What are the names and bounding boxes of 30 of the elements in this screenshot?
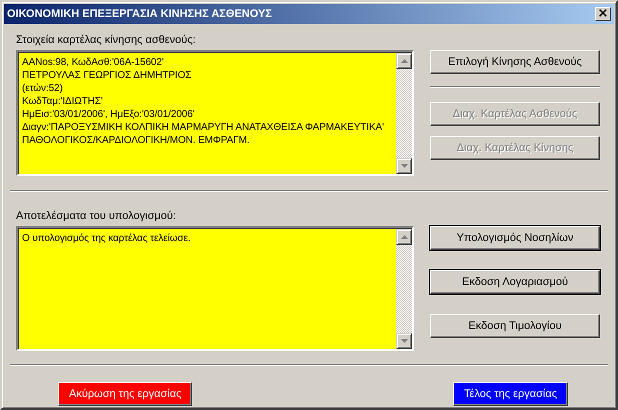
scroll-down-button[interactable] [396,333,412,349]
up-arrow-icon [400,235,408,239]
text-line: ΠΕΤΡΟΥΛΑΣ ΓΕΩΡΓΙΟΣ ΔΗΜΗΤΡΙΟΣ [22,69,192,82]
section-label: Στοιχεία καρτέλας κίνησης ασθενούς: [16,34,197,47]
up-arrow-icon [400,59,408,63]
text-line: Διαγν:'ΠΑΡΟΞΥΣΜΙΚΗ ΚΟΛΠΙΚΗ ΜΑΡΜΑΡΥΓΗ ΑΝΑΤΑΧΘΕΙΣΑ ΦΑΡΜΑΚΕΥΤΙΚΑ' [22,121,385,134]
down-arrow-icon [400,339,408,343]
text-line: Ο υπολογισμός της καρτέλας τελείωσε. [22,232,192,245]
text-line: ΚωδΤαμ:'ΙΔΙΩΤΗΣ' [22,95,104,108]
text-area[interactable] [16,50,414,176]
finish-button[interactable]: Τέλος της εργασίας [453,382,568,406]
text-line: ΠΑΘΟΛΟΓΙΚΟΣ/ΚΑΡΔΙΟΛΟΓΙΚΗ/ΜΟΝ. ΕΜΦΡΑΓΜ. [22,134,250,147]
close-button[interactable]: × [595,7,611,21]
scroll-up-button[interactable] [396,229,412,245]
select-movement-button[interactable]: Επιλογή Κίνησης Ασθενούς [430,50,600,74]
action-button[interactable]: Εκδοση Λογαριασμού [430,270,600,294]
scroll-up-button[interactable] [396,53,412,69]
text-line: ΗμΕισ:'03/01/2006', ΗμΕξο:'03/01/2006' [22,108,196,121]
scrollbar[interactable] [396,53,412,174]
action-button[interactable]: Υπολογισμός Νοσηλίων [430,226,600,250]
window-title: ΟΙΚΟΝΟΜΙΚΗ ΕΠΕΞΕΡΓΑΣΙΑ ΚΙΝΗΣΗΣ ΑΣΘΕΝΟΥΣ [7,8,272,20]
scroll-down-button[interactable] [396,158,412,174]
down-arrow-icon [400,164,408,168]
action-button[interactable]: Εκδοση Τιμολογίου [430,314,600,338]
text-line: AANos:98, ΚωδΑσθ:'06A-15602' [22,56,165,69]
section-label: Αποτελέσματα του υπολογισμού: [16,210,177,223]
scrollbar[interactable] [396,229,412,349]
text-line: (ετών:52) [22,82,64,95]
text-area[interactable]: Ο υπολογισμός της καρτέλας τελείωσε. [16,226,414,351]
cancel-button[interactable]: Ακύρωση της εργασίας [58,382,192,406]
